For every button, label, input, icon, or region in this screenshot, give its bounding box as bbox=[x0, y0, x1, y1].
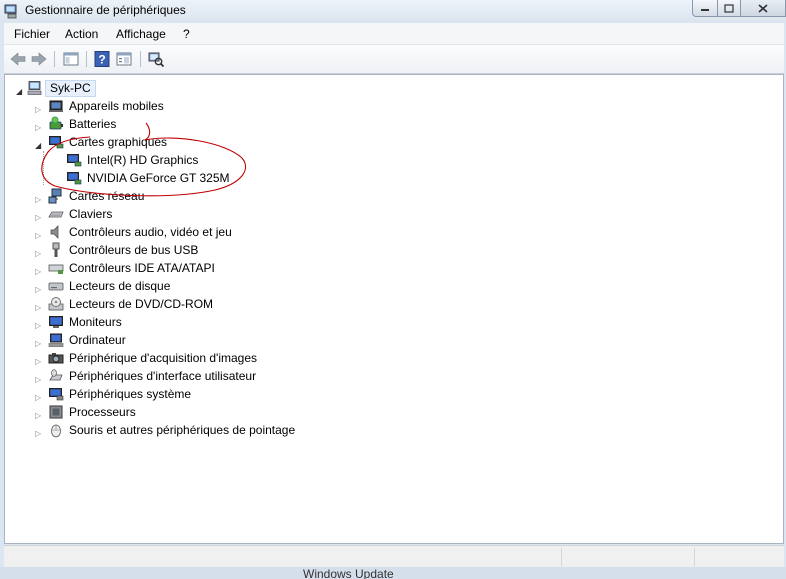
svg-text:?: ? bbox=[98, 53, 105, 67]
category-label: Lecteurs de disque bbox=[69, 279, 171, 293]
status-bar bbox=[4, 545, 784, 568]
category-label: Cartes graphiques bbox=[69, 135, 168, 149]
toolbar-separator bbox=[86, 51, 87, 67]
device-tree[interactable]: ◢ Syk-PC ▷ Appareils mobiles ▷ Batteries… bbox=[4, 74, 784, 544]
title-bar[interactable]: Gestionnaire de périphériques bbox=[0, 0, 786, 22]
expand-arrow-icon[interactable]: ▷ bbox=[35, 245, 43, 258]
disk-drive-icon bbox=[48, 282, 64, 291]
expand-arrow-icon[interactable]: ▷ bbox=[35, 407, 43, 420]
expand-arrow-icon[interactable]: ▷ bbox=[35, 299, 43, 312]
window-title: Gestionnaire de périphériques bbox=[25, 3, 186, 17]
status-divider bbox=[694, 548, 695, 566]
expand-arrow-icon[interactable]: ▷ bbox=[35, 263, 43, 276]
computer-icon bbox=[27, 81, 42, 95]
usb-icon bbox=[52, 242, 60, 257]
camera-icon bbox=[48, 353, 64, 364]
hid-icon bbox=[49, 369, 63, 381]
expand-arrow-icon[interactable]: ▷ bbox=[35, 353, 43, 366]
expand-arrow-icon[interactable]: ▷ bbox=[35, 317, 43, 330]
collapse-arrow-icon[interactable]: ◢ bbox=[16, 83, 24, 96]
mobile-device-icon bbox=[49, 100, 63, 112]
properties-icon[interactable] bbox=[115, 50, 133, 68]
scan-hardware-icon[interactable] bbox=[147, 50, 165, 68]
monitor-icon bbox=[49, 316, 63, 328]
category-label: Contrôleurs audio, vidéo et jeu bbox=[69, 225, 232, 239]
expand-arrow-icon[interactable]: ▷ bbox=[35, 119, 43, 132]
display-adapter-icon bbox=[67, 154, 82, 167]
mouse-icon bbox=[51, 424, 61, 438]
category-label: Souris et autres périphériques de pointa… bbox=[69, 423, 296, 437]
menu-bar: Fichier Action Affichage ? bbox=[4, 23, 784, 45]
processor-icon bbox=[49, 405, 63, 419]
maximize-button[interactable] bbox=[718, 0, 741, 17]
forward-arrow-icon[interactable] bbox=[30, 50, 48, 68]
menu-action[interactable]: Action bbox=[65, 27, 98, 41]
device-label: Intel(R) HD Graphics bbox=[87, 153, 199, 167]
back-arrow-icon[interactable] bbox=[9, 50, 27, 68]
toolbar-separator bbox=[54, 51, 55, 67]
minimize-icon bbox=[701, 9, 709, 11]
expand-arrow-icon[interactable]: ▷ bbox=[35, 191, 43, 204]
toolbar: ? bbox=[4, 45, 784, 74]
minimize-button[interactable] bbox=[692, 0, 718, 17]
status-divider bbox=[561, 548, 562, 566]
close-icon bbox=[758, 3, 768, 13]
display-adapter-icon bbox=[49, 136, 64, 149]
close-button[interactable] bbox=[741, 0, 786, 17]
device-label: NVIDIA GeForce GT 325M bbox=[87, 171, 230, 185]
category-label: Contrôleurs IDE ATA/ATAPI bbox=[69, 261, 215, 275]
expand-arrow-icon[interactable]: ▷ bbox=[35, 209, 43, 222]
category-label: Contrôleurs de bus USB bbox=[69, 243, 199, 257]
expand-arrow-icon[interactable]: ▷ bbox=[35, 389, 43, 402]
category-label: Ordinateur bbox=[69, 333, 126, 347]
menu-fichier[interactable]: Fichier bbox=[14, 27, 50, 41]
category-label: Processeurs bbox=[69, 405, 136, 419]
background-window-text: Windows Update bbox=[303, 567, 394, 579]
category-label: Périphériques système bbox=[69, 387, 192, 401]
display-adapter-icon bbox=[67, 172, 82, 185]
speaker-icon bbox=[50, 225, 59, 239]
tree-connector-line bbox=[43, 151, 44, 185]
toolbar-separator bbox=[140, 51, 141, 67]
network-adapter-icon bbox=[48, 188, 62, 204]
category-label: Cartes réseau bbox=[69, 189, 145, 203]
help-icon[interactable]: ? bbox=[93, 50, 111, 68]
expand-arrow-icon[interactable]: ▷ bbox=[35, 335, 43, 348]
menu-affichage[interactable]: Affichage bbox=[116, 27, 166, 41]
ide-controller-icon bbox=[48, 264, 64, 274]
computer-icon bbox=[48, 333, 64, 347]
category-label: Batteries bbox=[69, 117, 117, 131]
category-label: Périphériques d'interface utilisateur bbox=[69, 369, 257, 383]
category-label: Moniteurs bbox=[69, 315, 122, 329]
show-hide-console-tree-icon[interactable] bbox=[62, 50, 80, 68]
expand-arrow-icon[interactable]: ▷ bbox=[35, 101, 43, 114]
menu-help[interactable]: ? bbox=[183, 27, 190, 41]
background-window: Windows Update bbox=[0, 567, 786, 579]
category-label: Lecteurs de DVD/CD-ROM bbox=[69, 297, 214, 311]
category-label: Périphérique d'acquisition d'images bbox=[69, 351, 258, 365]
maximize-icon bbox=[724, 3, 734, 13]
system-device-icon bbox=[49, 388, 64, 401]
keyboard-icon bbox=[48, 211, 64, 218]
collapse-arrow-icon[interactable]: ◢ bbox=[35, 137, 43, 150]
computer-name-label: Syk-PC bbox=[45, 80, 96, 97]
expand-arrow-icon[interactable]: ▷ bbox=[35, 227, 43, 240]
expand-arrow-icon[interactable]: ▷ bbox=[35, 281, 43, 294]
device-manager-icon bbox=[4, 4, 17, 19]
expand-arrow-icon[interactable]: ▷ bbox=[35, 425, 43, 438]
expand-arrow-icon[interactable]: ▷ bbox=[35, 371, 43, 384]
battery-icon bbox=[49, 116, 63, 130]
category-label: Appareils mobiles bbox=[69, 99, 164, 113]
tree-root[interactable]: ◢ Syk-PC bbox=[5, 79, 205, 97]
dvd-drive-icon bbox=[48, 297, 64, 311]
category-label: Claviers bbox=[69, 207, 113, 221]
